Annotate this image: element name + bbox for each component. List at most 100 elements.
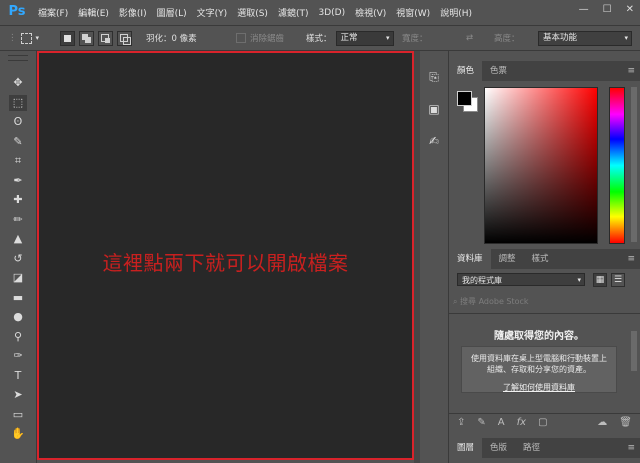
color-spectrum[interactable]: [484, 87, 598, 244]
tab-swatches[interactable]: 色票: [482, 61, 515, 81]
tab-channels[interactable]: 色版: [482, 438, 515, 458]
workspace-switcher[interactable]: 基本功能 ▾: [538, 26, 632, 50]
panel-menu-icon[interactable]: ≡: [627, 438, 640, 458]
swap-icon[interactable]: ⇄: [466, 26, 473, 50]
pen-tool[interactable]: ✑: [9, 348, 27, 364]
library-select[interactable]: 我的程式庫 ▾: [457, 273, 585, 286]
brush-tool[interactable]: ✏: [9, 212, 27, 228]
blur-tool[interactable]: ●: [9, 309, 27, 325]
eraser-tool[interactable]: ◪: [9, 270, 27, 286]
history-brush-tool[interactable]: ↺: [9, 251, 27, 267]
upload-icon[interactable]: ⇪: [457, 417, 465, 428]
libraries-description: 使用資料庫在桌上型電腦和行動裝置上組織、存取和分享您的資產。: [471, 354, 607, 374]
tab-color[interactable]: 顏色: [449, 61, 483, 81]
libraries-panel-tabs: 資料庫 調整 樣式 ≡: [449, 249, 640, 269]
add-color-icon[interactable]: ▢: [538, 417, 547, 428]
crop-tool[interactable]: ⌗: [9, 153, 27, 169]
dodge-tool[interactable]: ⚲: [9, 329, 27, 345]
stamp-tool[interactable]: ▲: [9, 231, 27, 247]
toolbar-grip-icon[interactable]: [8, 55, 28, 61]
shape-tool[interactable]: ▭: [9, 407, 27, 423]
maximize-icon[interactable]: ☐: [603, 4, 612, 15]
list-view-icon[interactable]: ☰: [611, 273, 625, 287]
cloud-sync-icon[interactable]: ☁: [597, 417, 607, 428]
stock-search-input[interactable]: ⌕ 搜尋 Adobe Stock: [453, 295, 623, 309]
menu-file[interactable]: 檔案(F): [38, 6, 68, 19]
open-file-instruction: 這裡點兩下就可以開啟檔案: [102, 251, 349, 275]
hue-slider[interactable]: [609, 87, 625, 244]
window-controls: — ☐ ✕: [579, 4, 634, 15]
feather-group: 羽化： 0 像素: [146, 26, 197, 50]
menu-view[interactable]: 檢視(V): [355, 6, 386, 19]
chevron-down-icon: ▾: [35, 34, 40, 42]
menu-edit[interactable]: 編輯(E): [78, 6, 109, 19]
panel-menu-icon[interactable]: ≡: [627, 61, 640, 81]
divider: [449, 313, 640, 314]
hand-tool[interactable]: ✋: [9, 426, 27, 442]
feather-input[interactable]: 0 像素: [172, 32, 197, 44]
menu-layer[interactable]: 圖層(L): [157, 6, 187, 19]
foreground-color-swatch[interactable]: [457, 91, 472, 106]
menu-type[interactable]: 文字(Y): [197, 6, 228, 19]
libraries-footer: ⇪ ✎ A fx ▢ ☁ 🗑: [449, 413, 640, 431]
tab-adjustments[interactable]: 調整: [491, 249, 524, 269]
photoshop-logo[interactable]: Ps: [6, 2, 28, 22]
menu-select[interactable]: 選取(S): [237, 6, 268, 19]
style-group: 樣式： 正常 ▾: [306, 26, 394, 50]
collapsed-panels-column: ⎘ ▣ ✍: [420, 51, 449, 463]
eyedropper-tool[interactable]: ✒: [9, 173, 27, 189]
tab-layers[interactable]: 圖層: [449, 438, 483, 458]
chevron-down-icon: ▾: [624, 33, 628, 42]
tab-libraries[interactable]: 資料庫: [449, 249, 491, 269]
menu-items: 檔案(F) 編輯(E) 影像(I) 圖層(L) 文字(Y) 選取(S) 濾鏡(T…: [38, 0, 482, 25]
tab-paths[interactable]: 路徑: [515, 438, 548, 458]
add-selection-button[interactable]: [79, 30, 94, 46]
gradient-tool[interactable]: ▬: [9, 290, 27, 306]
antialias-group: 消除鋸齒: [236, 26, 284, 50]
menu-image[interactable]: 影像(I): [119, 6, 147, 19]
selection-mode-group: [60, 26, 132, 50]
width-label: 寬度：: [402, 34, 428, 44]
options-bar: ⋮ ▾ 羽化： 0 像素 消除鋸齒 樣式： 正常 ▾ 寬度： ⇄ 高度： 基本功…: [0, 26, 640, 51]
tab-styles[interactable]: 樣式: [524, 249, 557, 269]
menu-help[interactable]: 說明(H): [440, 6, 472, 19]
add-graphic-icon[interactable]: ✎: [477, 417, 485, 428]
add-character-style-icon[interactable]: A: [498, 417, 505, 428]
menu-3d[interactable]: 3D(D): [318, 8, 345, 18]
color-panel-scrollbar[interactable]: [631, 87, 637, 242]
style-value: 正常: [340, 32, 358, 43]
type-tool[interactable]: T: [9, 368, 27, 384]
subtract-selection-button[interactable]: [98, 30, 113, 46]
feather-label: 羽化：: [146, 34, 172, 44]
style-label: 樣式：: [306, 34, 332, 44]
move-tool[interactable]: ✥: [9, 75, 27, 91]
menu-window[interactable]: 視窗(W): [396, 6, 430, 19]
antialias-checkbox[interactable]: [236, 33, 246, 43]
brush-panel-icon[interactable]: ✍: [426, 133, 442, 149]
healing-brush-tool[interactable]: ✚: [9, 192, 27, 208]
fx-icon[interactable]: fx: [517, 417, 526, 428]
trash-icon[interactable]: 🗑: [619, 417, 632, 428]
layers-panel-tabs: 圖層 色版 路徑 ≡: [449, 438, 640, 458]
panel-menu-icon[interactable]: ≡: [627, 249, 640, 269]
marquee-tool[interactable]: ⬚: [9, 94, 27, 111]
properties-panel-icon[interactable]: ▣: [426, 101, 442, 117]
quick-select-tool[interactable]: ✎: [9, 134, 27, 150]
libraries-heading: 隨處取得您的內容。: [494, 331, 584, 342]
minimize-icon[interactable]: —: [579, 4, 589, 15]
path-select-tool[interactable]: ➤: [9, 387, 27, 403]
intersect-selection-button[interactable]: [117, 30, 132, 46]
history-panel-icon[interactable]: ⎘: [426, 69, 442, 85]
layers-panel: 圖層 色版 路徑 ≡: [449, 438, 640, 463]
menu-filter[interactable]: 濾鏡(T): [278, 6, 309, 19]
learn-libraries-link[interactable]: 了解如何使用資料庫: [449, 382, 629, 393]
close-icon[interactable]: ✕: [626, 4, 634, 15]
tool-preset-picker[interactable]: ⋮ ▾: [8, 26, 39, 50]
lasso-tool[interactable]: ʘ: [9, 114, 27, 130]
document-canvas[interactable]: 這裡點兩下就可以開啟檔案: [37, 51, 414, 460]
new-selection-button[interactable]: [60, 30, 75, 46]
style-select[interactable]: 正常 ▾: [335, 30, 394, 46]
grid-view-icon[interactable]: ▦: [593, 273, 607, 287]
workspace-name: 基本功能: [543, 32, 578, 43]
libraries-scrollbar[interactable]: [631, 331, 637, 371]
